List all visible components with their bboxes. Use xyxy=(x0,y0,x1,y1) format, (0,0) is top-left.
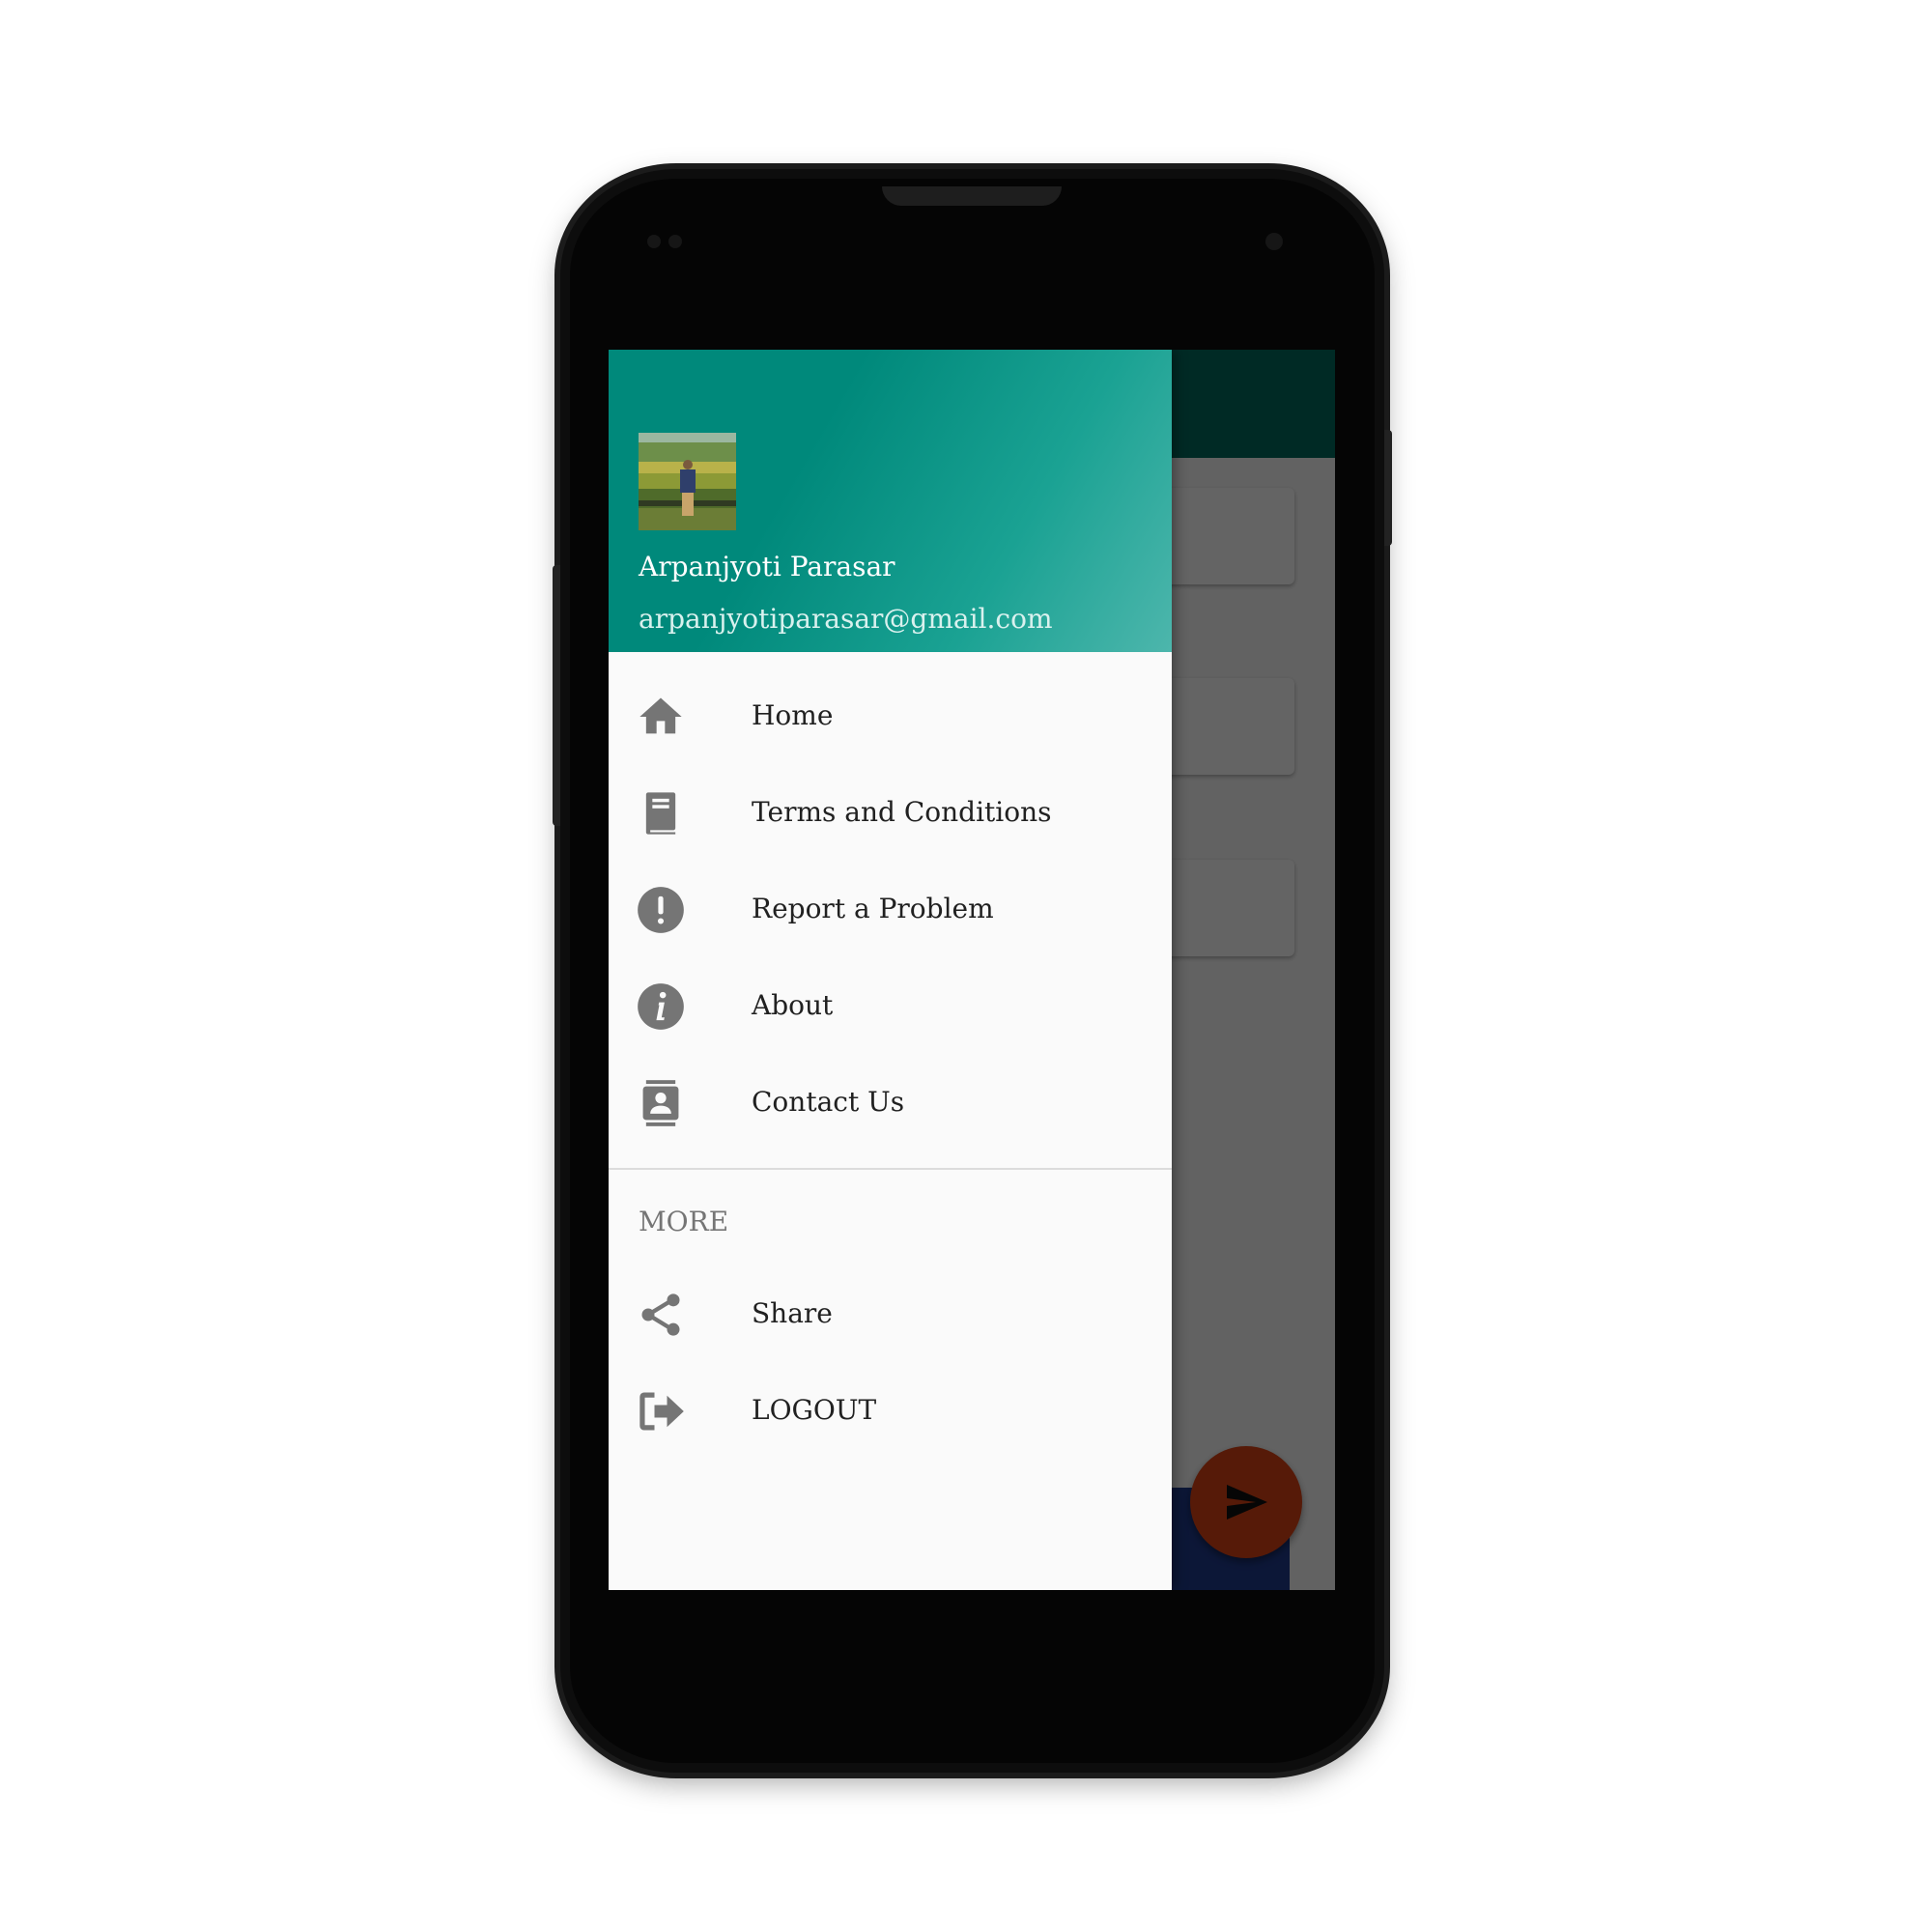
menu-divider xyxy=(609,1168,1172,1170)
power-button xyxy=(1384,430,1392,546)
menu-item-label: LOGOUT xyxy=(752,1394,877,1426)
user-email: arpanjyotiparasar@gmail.com xyxy=(639,603,1053,635)
menu-item-report[interactable]: Report a Problem xyxy=(609,866,1172,952)
menu-item-label: Contact Us xyxy=(752,1086,905,1118)
app-screen: Arpanjyoti Parasar arpanjyotiparasar@gma… xyxy=(609,350,1335,1590)
contacts-icon xyxy=(642,1080,679,1126)
menu-item-share[interactable]: Share xyxy=(609,1270,1172,1357)
menu-item-home[interactable]: Home xyxy=(609,672,1172,759)
avatar[interactable] xyxy=(639,433,736,530)
menu-item-logout[interactable]: LOGOUT xyxy=(609,1367,1172,1454)
volume-button xyxy=(553,565,560,826)
navigation-drawer: Arpanjyoti Parasar arpanjyotiparasar@gma… xyxy=(609,350,1172,1590)
menu-item-contact[interactable]: Contact Us xyxy=(609,1059,1172,1146)
menu-item-label: Terms and Conditions xyxy=(752,796,1052,828)
light-sensor xyxy=(668,235,682,248)
user-name: Arpanjyoti Parasar xyxy=(639,551,895,582)
menu-item-label: Share xyxy=(752,1297,833,1329)
section-title-more: MORE xyxy=(639,1206,729,1237)
info-icon xyxy=(638,983,684,1030)
share-icon xyxy=(641,1293,680,1336)
proximity-sensor xyxy=(647,235,661,248)
phone-speaker xyxy=(882,186,1062,206)
menu-item-label: About xyxy=(752,989,834,1021)
alert-icon xyxy=(638,887,684,933)
home-icon xyxy=(639,697,682,734)
menu-item-terms[interactable]: Terms and Conditions xyxy=(609,769,1172,856)
book-icon xyxy=(645,792,676,835)
logout-icon xyxy=(639,1392,684,1431)
menu-item-label: Report a Problem xyxy=(752,893,994,924)
drawer-header: Arpanjyoti Parasar arpanjyotiparasar@gma… xyxy=(609,350,1172,652)
menu-item-label: Home xyxy=(752,699,834,731)
menu-item-about[interactable]: About xyxy=(609,962,1172,1049)
front-camera xyxy=(1265,233,1283,250)
